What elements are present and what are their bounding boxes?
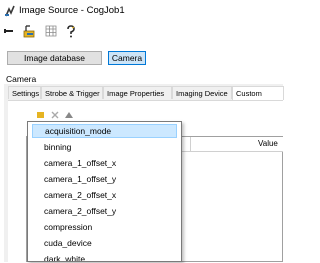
new-icon[interactable] <box>2 24 16 38</box>
dropdown-item[interactable]: cuda_device <box>32 236 177 250</box>
tab-imaging-device[interactable]: Imaging Device <box>172 86 232 99</box>
tab-custom[interactable]: Custom <box>232 86 284 100</box>
grid-icon[interactable] <box>44 24 58 38</box>
tab-settings[interactable]: Settings <box>8 86 41 99</box>
camera-group-label: Camera <box>6 74 37 84</box>
dropdown-item[interactable]: camera_1_offset_x <box>32 156 177 170</box>
add-icon[interactable] <box>36 110 46 120</box>
app-icon <box>4 5 16 17</box>
camera-button[interactable]: Camera <box>108 51 146 65</box>
dropdown-item[interactable]: camera_2_offset_x <box>32 188 177 202</box>
help-icon[interactable] <box>64 24 78 38</box>
property-dropdown-list[interactable]: acquisition_mode binning camera_1_offset… <box>27 121 182 262</box>
tab-image-properties[interactable]: Image Properties <box>103 86 172 99</box>
image-database-button[interactable]: Image database <box>7 51 102 65</box>
dropdown-item[interactable]: acquisition_mode <box>32 124 177 138</box>
column-separator[interactable] <box>190 137 191 151</box>
value-column-header[interactable]: Value <box>258 139 278 148</box>
dropdown-item[interactable]: camera_2_offset_y <box>32 204 177 218</box>
grab-icon[interactable] <box>22 24 36 38</box>
dropdown-item[interactable]: camera_1_offset_y <box>32 172 177 186</box>
delete-icon[interactable] <box>50 110 60 120</box>
dropdown-item[interactable]: binning <box>32 140 177 154</box>
move-up-icon[interactable] <box>64 110 74 120</box>
toolbar <box>0 22 283 40</box>
tab-strobe-trigger[interactable]: Strobe & Trigger <box>41 86 103 99</box>
dropdown-item[interactable]: dark_white <box>32 252 177 261</box>
dropdown-item[interactable]: compression <box>32 220 177 234</box>
window-title: Image Source - CogJob1 <box>19 5 125 16</box>
